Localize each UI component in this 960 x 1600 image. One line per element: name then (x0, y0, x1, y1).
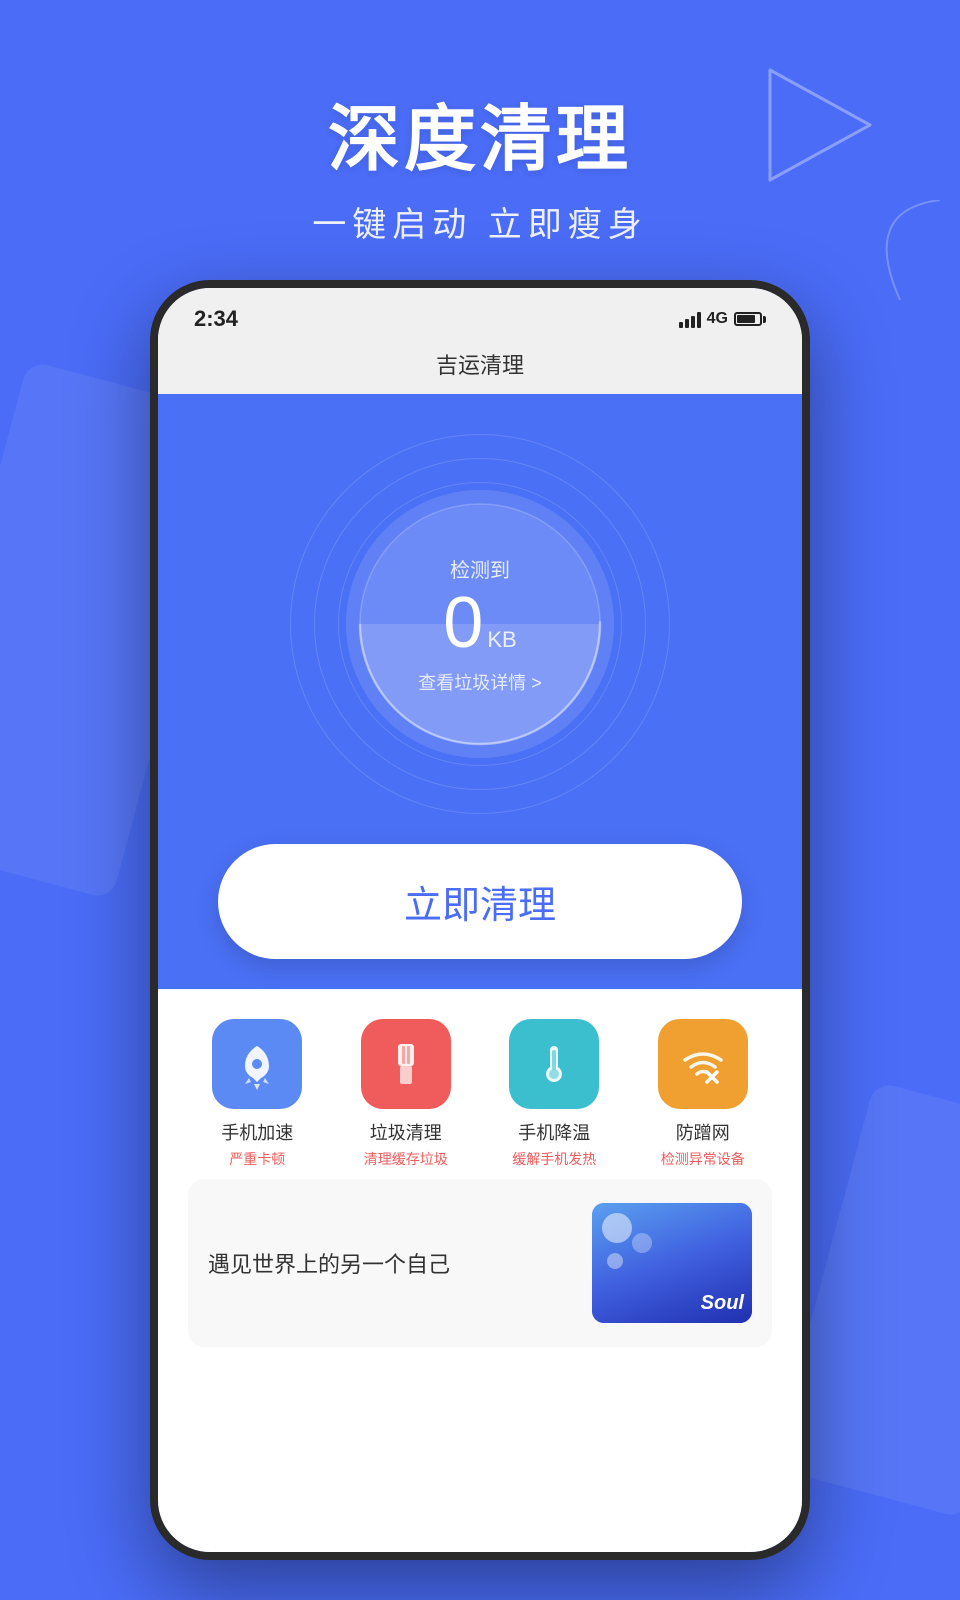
feature-status-clean: 清理缓存垃圾 (364, 1149, 448, 1169)
battery-icon (734, 312, 766, 326)
sub-title: 一键启动 立即瘦身 (0, 197, 960, 246)
feature-name-clean: 垃圾清理 (370, 1119, 442, 1145)
phone-mockup: 2:34 4G (150, 280, 810, 1560)
ad-banner[interactable]: 遇见世界上的另一个自己 Soul (188, 1179, 772, 1347)
feature-status-temp: 缓解手机发热 (512, 1149, 596, 1169)
phone-inner: 2:34 4G (158, 288, 802, 1552)
feature-name-temp: 手机降温 (518, 1119, 590, 1145)
clean-icon-wrap (361, 1019, 451, 1109)
feature-status-wifi: 检测异常设备 (661, 1149, 745, 1169)
gauge-inner: 检测到 0 KB 查看垃圾详情 > (418, 554, 542, 695)
status-icons: 4G (679, 310, 766, 328)
phone-frame: 2:34 4G (150, 280, 810, 1560)
bottom-card: 手机加速 严重卡顿 (158, 989, 802, 1552)
ad-text: 遇见世界上的另一个自己 (208, 1247, 450, 1279)
header-area: 深度清理 一键启动 立即瘦身 (0, 80, 960, 246)
feature-item-wifi[interactable]: 防蹭网 检测异常设备 (634, 1019, 773, 1169)
brush-icon (380, 1038, 432, 1090)
wifi-x-icon (677, 1038, 729, 1090)
app-title: 吉运清理 (436, 353, 524, 378)
thermometer-icon (528, 1038, 580, 1090)
gauge-container[interactable]: 检测到 0 KB 查看垃圾详情 > (290, 434, 670, 814)
ad-soul-brand: Soul (701, 1292, 744, 1315)
app-content: 检测到 0 KB 查看垃圾详情 > 立即清理 (158, 394, 802, 1552)
feature-status-speed: 严重卡顿 (229, 1149, 285, 1169)
ad-image: Soul (592, 1203, 752, 1323)
clean-btn-wrapper: 立即清理 (158, 814, 802, 989)
main-title: 深度清理 (0, 80, 960, 185)
feature-item-temp[interactable]: 手机降温 缓解手机发热 (485, 1019, 624, 1169)
app-titlebar: 吉运清理 (158, 340, 802, 394)
wifi-icon-wrap (658, 1019, 748, 1109)
gauge-value-row: 0 KB (418, 587, 542, 659)
clean-button[interactable]: 立即清理 (218, 844, 742, 959)
feature-name-wifi: 防蹭网 (676, 1119, 730, 1145)
feature-item-clean[interactable]: 垃圾清理 清理缓存垃圾 (337, 1019, 476, 1169)
feature-item-speed[interactable]: 手机加速 严重卡顿 (188, 1019, 327, 1169)
temp-icon-wrap (509, 1019, 599, 1109)
signal-icon (679, 310, 701, 328)
gauge-detail[interactable]: 查看垃圾详情 > (418, 669, 542, 695)
gauge-unit: KB (487, 627, 516, 653)
status-time: 2:34 (194, 306, 238, 332)
gauge-label: 检测到 (418, 554, 542, 583)
rocket-icon (231, 1038, 283, 1090)
network-type: 4G (707, 310, 728, 328)
feature-grid: 手机加速 严重卡顿 (188, 1019, 772, 1169)
speed-icon-wrap (212, 1019, 302, 1109)
feature-name-speed: 手机加速 (221, 1119, 293, 1145)
status-bar: 2:34 4G (158, 288, 802, 340)
gauge-value: 0 (443, 587, 483, 659)
